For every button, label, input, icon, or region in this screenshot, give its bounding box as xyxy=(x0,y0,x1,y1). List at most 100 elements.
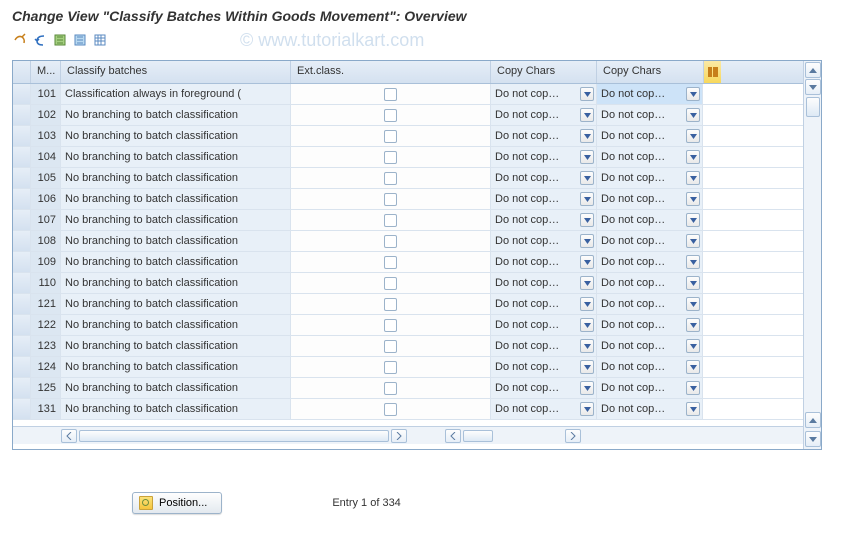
ext-class-checkbox[interactable] xyxy=(384,130,397,143)
ext-class-checkbox[interactable] xyxy=(384,151,397,164)
cell-classify-batches[interactable]: No branching to batch classification xyxy=(61,105,291,125)
row-selector[interactable] xyxy=(13,252,31,272)
cell-ext-class[interactable] xyxy=(291,105,491,125)
header-ext[interactable]: Ext.class. xyxy=(291,61,491,83)
cell-classify-batches[interactable]: No branching to batch classification xyxy=(61,147,291,167)
cell-copy-chars-2[interactable]: Do not cop… xyxy=(597,315,703,335)
cell-classify-batches[interactable]: No branching to batch classification xyxy=(61,315,291,335)
cell-copy-chars-2[interactable]: Do not cop… xyxy=(597,84,703,104)
ext-class-checkbox[interactable] xyxy=(384,235,397,248)
cell-copy-chars-2[interactable]: Do not cop… xyxy=(597,126,703,146)
row-selector[interactable] xyxy=(13,168,31,188)
row-selector[interactable] xyxy=(13,357,31,377)
cell-copy-chars-1[interactable]: Do not cop… xyxy=(491,168,597,188)
cell-ext-class[interactable] xyxy=(291,210,491,230)
cell-copy-chars-2[interactable]: Do not cop… xyxy=(597,399,703,419)
cell-classify-batches[interactable]: No branching to batch classification xyxy=(61,210,291,230)
row-selector[interactable] xyxy=(13,315,31,335)
cell-ext-class[interactable] xyxy=(291,84,491,104)
cell-classify-batches[interactable]: No branching to batch classification xyxy=(61,231,291,251)
row-selector[interactable] xyxy=(13,147,31,167)
cell-ext-class[interactable] xyxy=(291,336,491,356)
row-selector[interactable] xyxy=(13,378,31,398)
cell-classify-batches[interactable]: No branching to batch classification xyxy=(61,378,291,398)
ext-class-checkbox[interactable] xyxy=(384,382,397,395)
table-settings-icon[interactable] xyxy=(92,32,108,48)
select-all-icon[interactable] xyxy=(52,32,68,48)
ext-class-checkbox[interactable] xyxy=(384,340,397,353)
hscroll-right-1-icon[interactable] xyxy=(391,429,407,443)
cell-ext-class[interactable] xyxy=(291,378,491,398)
hscroll-left-1-icon[interactable] xyxy=(61,429,77,443)
other-view-icon[interactable] xyxy=(12,32,28,48)
ext-class-checkbox[interactable] xyxy=(384,361,397,374)
cell-copy-chars-1[interactable]: Do not cop… xyxy=(491,147,597,167)
cell-copy-chars-1[interactable]: Do not cop… xyxy=(491,399,597,419)
cell-copy-chars-2[interactable]: Do not cop… xyxy=(597,147,703,167)
row-selector[interactable] xyxy=(13,189,31,209)
cell-copy-chars-1[interactable]: Do not cop… xyxy=(491,315,597,335)
cell-classify-batches[interactable]: No branching to batch classification xyxy=(61,336,291,356)
cell-ext-class[interactable] xyxy=(291,126,491,146)
ext-class-checkbox[interactable] xyxy=(384,319,397,332)
vscroll-thumb[interactable] xyxy=(806,97,820,117)
cell-classify-batches[interactable]: No branching to batch classification xyxy=(61,189,291,209)
header-copy-chars-1[interactable]: Copy Chars xyxy=(491,61,597,83)
undo-icon[interactable] xyxy=(32,32,48,48)
cell-copy-chars-2[interactable]: Do not cop… xyxy=(597,189,703,209)
cell-ext-class[interactable] xyxy=(291,231,491,251)
position-button[interactable]: Position... xyxy=(132,492,222,514)
cell-ext-class[interactable] xyxy=(291,189,491,209)
cell-copy-chars-2[interactable]: Do not cop… xyxy=(597,378,703,398)
row-selector[interactable] xyxy=(13,273,31,293)
header-classify[interactable]: Classify batches xyxy=(61,61,291,83)
cell-copy-chars-1[interactable]: Do not cop… xyxy=(491,84,597,104)
ext-class-checkbox[interactable] xyxy=(384,214,397,227)
cell-classify-batches[interactable]: No branching to batch classification xyxy=(61,357,291,377)
vscroll-down2-icon[interactable] xyxy=(805,431,821,447)
cell-classify-batches[interactable]: No branching to batch classification xyxy=(61,252,291,272)
cell-copy-chars-1[interactable]: Do not cop… xyxy=(491,105,597,125)
cell-copy-chars-2[interactable]: Do not cop… xyxy=(597,273,703,293)
ext-class-checkbox[interactable] xyxy=(384,193,397,206)
cell-ext-class[interactable] xyxy=(291,357,491,377)
vscroll-up2-icon[interactable] xyxy=(805,412,821,428)
cell-classify-batches[interactable]: No branching to batch classification xyxy=(61,273,291,293)
cell-ext-class[interactable] xyxy=(291,252,491,272)
row-selector[interactable] xyxy=(13,210,31,230)
cell-copy-chars-2[interactable]: Do not cop… xyxy=(597,252,703,272)
cell-copy-chars-2[interactable]: Do not cop… xyxy=(597,336,703,356)
row-selector[interactable] xyxy=(13,336,31,356)
vscroll-down-icon[interactable] xyxy=(805,79,821,95)
cell-copy-chars-2[interactable]: Do not cop… xyxy=(597,105,703,125)
cell-copy-chars-1[interactable]: Do not cop… xyxy=(491,189,597,209)
row-selector[interactable] xyxy=(13,105,31,125)
cell-ext-class[interactable] xyxy=(291,294,491,314)
cell-copy-chars-1[interactable]: Do not cop… xyxy=(491,252,597,272)
row-selector[interactable] xyxy=(13,231,31,251)
cell-ext-class[interactable] xyxy=(291,168,491,188)
cell-classify-batches[interactable]: No branching to batch classification xyxy=(61,294,291,314)
ext-class-checkbox[interactable] xyxy=(384,109,397,122)
hscroll-thumb-2[interactable] xyxy=(463,430,493,442)
hscroll-right-2-icon[interactable] xyxy=(565,429,581,443)
cell-ext-class[interactable] xyxy=(291,273,491,293)
ext-class-checkbox[interactable] xyxy=(384,403,397,416)
cell-copy-chars-1[interactable]: Do not cop… xyxy=(491,231,597,251)
cell-copy-chars-2[interactable]: Do not cop… xyxy=(597,294,703,314)
cell-copy-chars-1[interactable]: Do not cop… xyxy=(491,210,597,230)
cell-copy-chars-2[interactable]: Do not cop… xyxy=(597,357,703,377)
cell-ext-class[interactable] xyxy=(291,147,491,167)
row-selector[interactable] xyxy=(13,84,31,104)
hscroll-thumb-1[interactable] xyxy=(79,430,389,442)
configure-columns-icon[interactable] xyxy=(703,61,721,83)
cell-ext-class[interactable] xyxy=(291,315,491,335)
cell-classify-batches[interactable]: Classification always in foreground ( xyxy=(61,84,291,104)
header-copy-chars-2[interactable]: Copy Chars xyxy=(597,61,703,83)
cell-copy-chars-1[interactable]: Do not cop… xyxy=(491,336,597,356)
cell-copy-chars-1[interactable]: Do not cop… xyxy=(491,126,597,146)
cell-copy-chars-1[interactable]: Do not cop… xyxy=(491,357,597,377)
cell-copy-chars-2[interactable]: Do not cop… xyxy=(597,231,703,251)
header-m[interactable]: M... xyxy=(31,61,61,83)
cell-classify-batches[interactable]: No branching to batch classification xyxy=(61,126,291,146)
